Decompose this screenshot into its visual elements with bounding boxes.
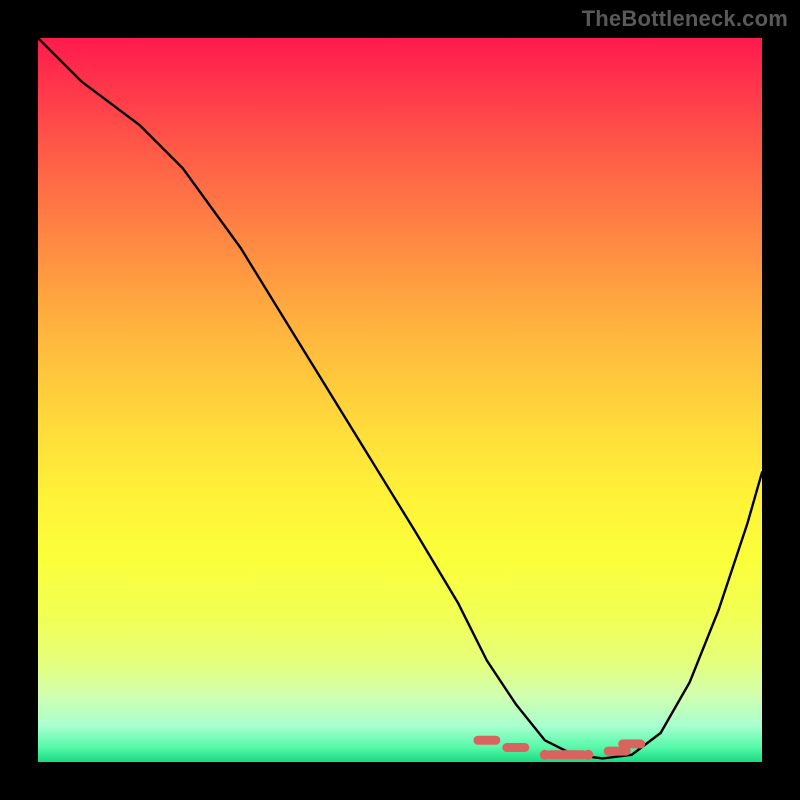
bottleneck-curve [38,38,762,758]
watermark-text: TheBottleneck.com [582,6,788,32]
chart-frame: TheBottleneck.com [0,0,800,800]
plot-area [38,38,762,762]
marker-dot [584,750,593,759]
chart-overlay [38,38,762,762]
